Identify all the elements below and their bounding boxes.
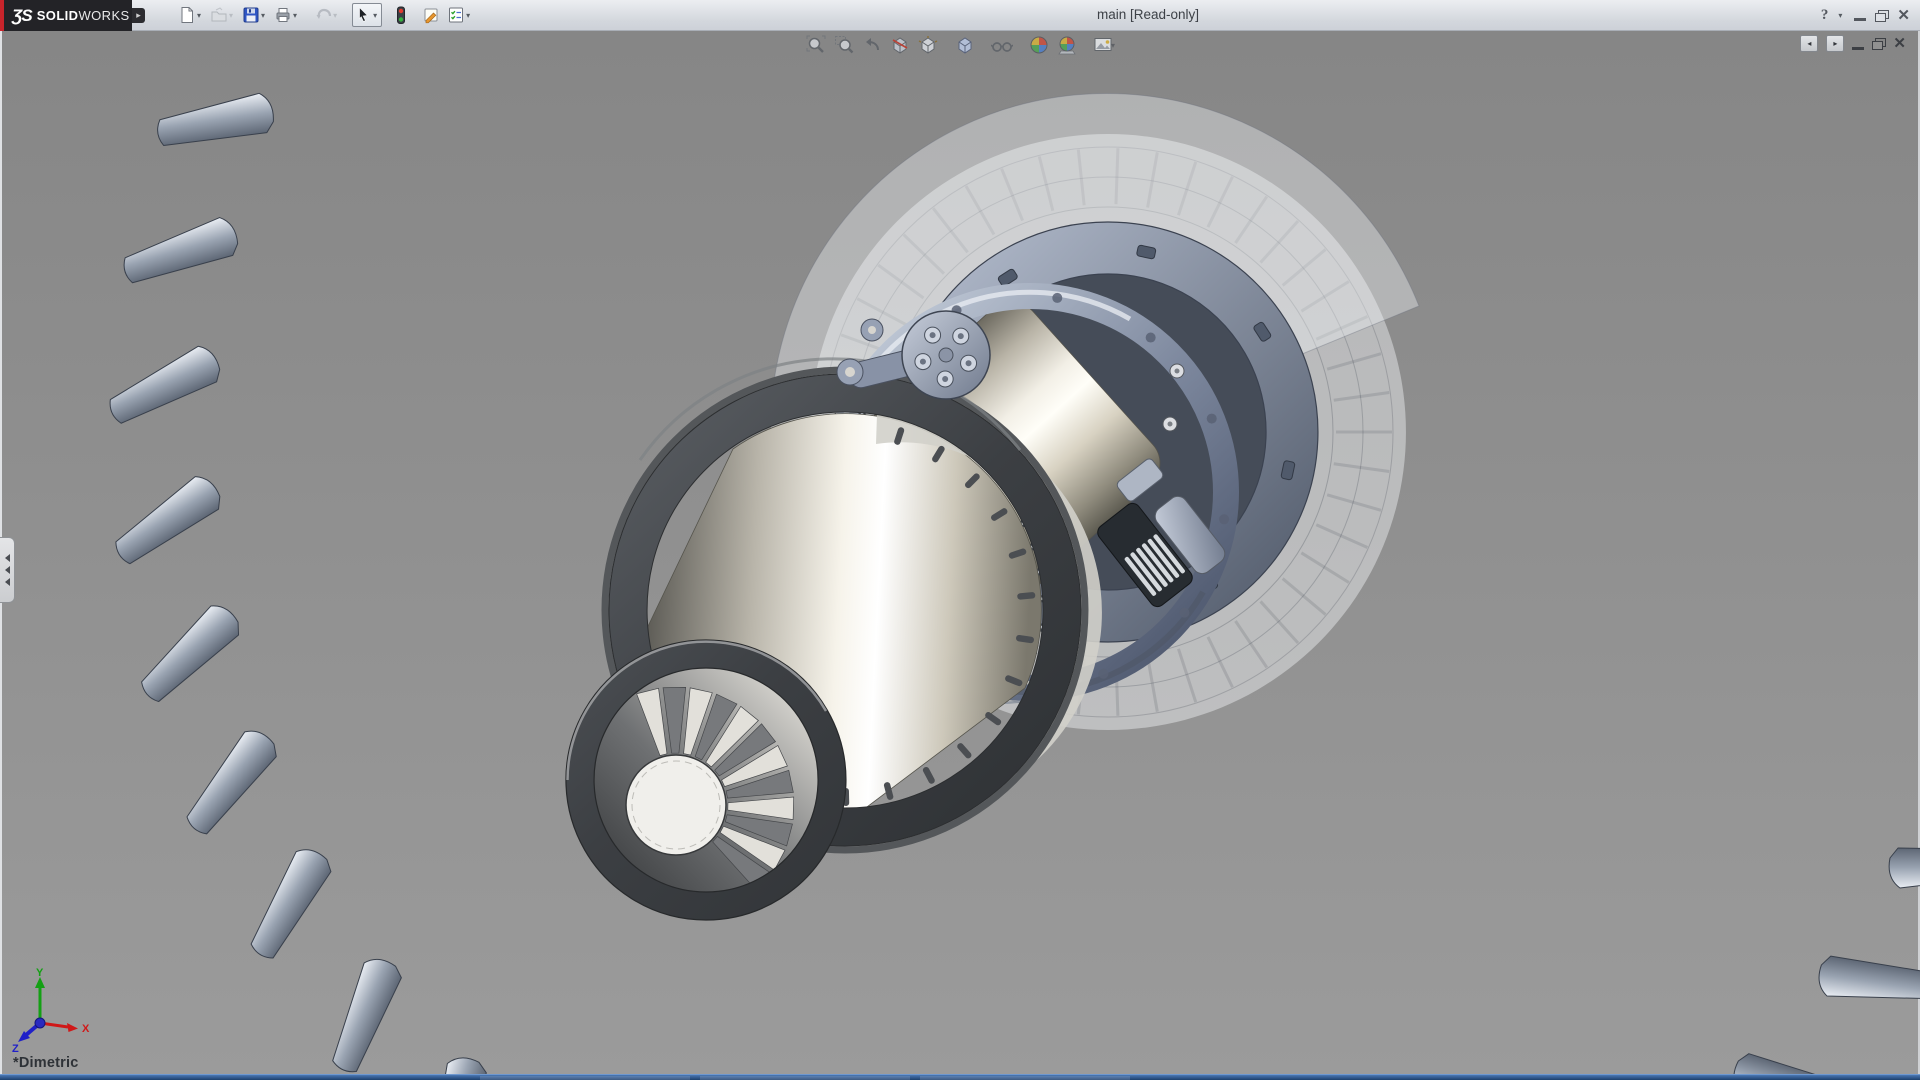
- help-dropdown[interactable]: ▾: [1838, 11, 1842, 20]
- restore-button[interactable]: [1875, 10, 1888, 21]
- help-button[interactable]: ?: [1821, 7, 1829, 24]
- close-button[interactable]: ✕: [1897, 8, 1910, 23]
- zoom-to-fit-button[interactable]: [804, 34, 828, 56]
- view-orientation-button[interactable]: [916, 34, 940, 56]
- edit-note-button[interactable]: [420, 3, 443, 27]
- nozzle-hub: [626, 755, 726, 855]
- hide-show-items-button[interactable]: [990, 34, 1014, 56]
- collapse-arrow-icon: [5, 566, 10, 574]
- reference-triad: Y X Z: [6, 967, 96, 1053]
- window-controls: ? ▾ ✕: [1821, 0, 1910, 30]
- collapse-arrow-icon: [5, 554, 10, 562]
- taskbar-segment: [920, 1076, 1130, 1080]
- display-style-icon: [955, 35, 975, 55]
- open-document-button[interactable]: ▾: [208, 3, 238, 27]
- solidworks-logo-icon: ƷS: [12, 6, 32, 26]
- document-title: main [Read-only]: [1097, 7, 1199, 22]
- display-style-button[interactable]: [953, 34, 977, 56]
- apply-scene-button[interactable]: [1055, 34, 1079, 56]
- previous-view-icon: [862, 35, 882, 55]
- feature-manager-collapse-tab[interactable]: [0, 537, 15, 603]
- document-window-controls: ◂ ▸ ✕: [1800, 35, 1906, 52]
- triad-y-label: Y: [36, 967, 44, 979]
- zoom-to-area-icon: [834, 35, 854, 55]
- open-folder-icon: [210, 6, 228, 24]
- options-button[interactable]: ▾: [445, 3, 475, 27]
- collapse-arrow-icon: [5, 578, 10, 586]
- title-bar: ƷS SOLIDWORKS ▸ ▾ ▾: [0, 0, 1920, 31]
- edit-appearance-button[interactable]: [1027, 34, 1051, 56]
- solidworks-menu-button[interactable]: ƷS SOLIDWORKS: [0, 0, 132, 31]
- appearance-ball-icon: [1029, 35, 1049, 55]
- undo-button[interactable]: ▾: [312, 3, 342, 27]
- traffic-light-icon: [394, 6, 408, 25]
- triad-x-label: X: [82, 1023, 90, 1035]
- select-tool-button[interactable]: ▾: [352, 3, 382, 27]
- interference-check-button[interactable]: [392, 3, 410, 27]
- menu-expand-arrow[interactable]: ▸: [132, 8, 145, 23]
- taskbar-segment: [700, 1076, 910, 1080]
- view-settings-button[interactable]: ▾: [1092, 34, 1116, 56]
- section-view-button[interactable]: [888, 34, 912, 56]
- next-pane-button[interactable]: ▸: [1826, 35, 1844, 52]
- doc-close-button[interactable]: ✕: [1893, 36, 1906, 51]
- heads-up-view-toolbar: ▾: [804, 34, 1116, 56]
- engine-3d-model: [0, 31, 1920, 1075]
- triad-z-label: Z: [12, 1043, 19, 1053]
- standard-toolbar: ▾ ▾ ▾: [176, 3, 475, 27]
- new-document-button[interactable]: ▾: [176, 3, 206, 27]
- view-settings-icon: [1093, 35, 1113, 55]
- view-orientation-icon: [918, 35, 938, 55]
- previous-view-button[interactable]: [860, 34, 884, 56]
- save-button[interactable]: ▾: [240, 3, 270, 27]
- minimize-button[interactable]: [1854, 18, 1866, 21]
- view-orientation-label: *Dimetric: [13, 1055, 78, 1071]
- scene-ball-icon: [1057, 35, 1077, 55]
- zoom-to-area-button[interactable]: [832, 34, 856, 56]
- solidworks-window: ƷS SOLIDWORKS ▸ ▾ ▾: [0, 0, 1920, 1080]
- new-document-icon: [178, 6, 196, 24]
- solidworks-wordmark: SOLIDWORKS: [37, 8, 130, 23]
- previous-pane-button[interactable]: ◂: [1800, 35, 1818, 52]
- select-cursor-icon: [354, 6, 372, 24]
- section-view-icon: [890, 35, 910, 55]
- zoom-to-fit-icon: [806, 35, 826, 55]
- eyeglasses-icon: [991, 35, 1013, 55]
- brand-red-stripe: [0, 0, 4, 31]
- note-pencil-icon: [422, 6, 441, 24]
- doc-minimize-button[interactable]: [1852, 47, 1864, 50]
- taskbar-segment: [480, 1076, 690, 1080]
- checklist-icon: [447, 6, 465, 24]
- windows-taskbar-edge[interactable]: [0, 1074, 1920, 1080]
- printer-icon: [274, 6, 292, 24]
- doc-restore-button[interactable]: [1872, 38, 1885, 49]
- exhaust-nozzle: [566, 640, 846, 920]
- save-floppy-icon: [242, 6, 260, 24]
- graphics-viewport[interactable]: ▾ ◂ ▸ ✕ Y X Z *: [0, 31, 1920, 1075]
- print-button[interactable]: ▾: [272, 3, 302, 27]
- undo-arrow-icon: [314, 6, 332, 24]
